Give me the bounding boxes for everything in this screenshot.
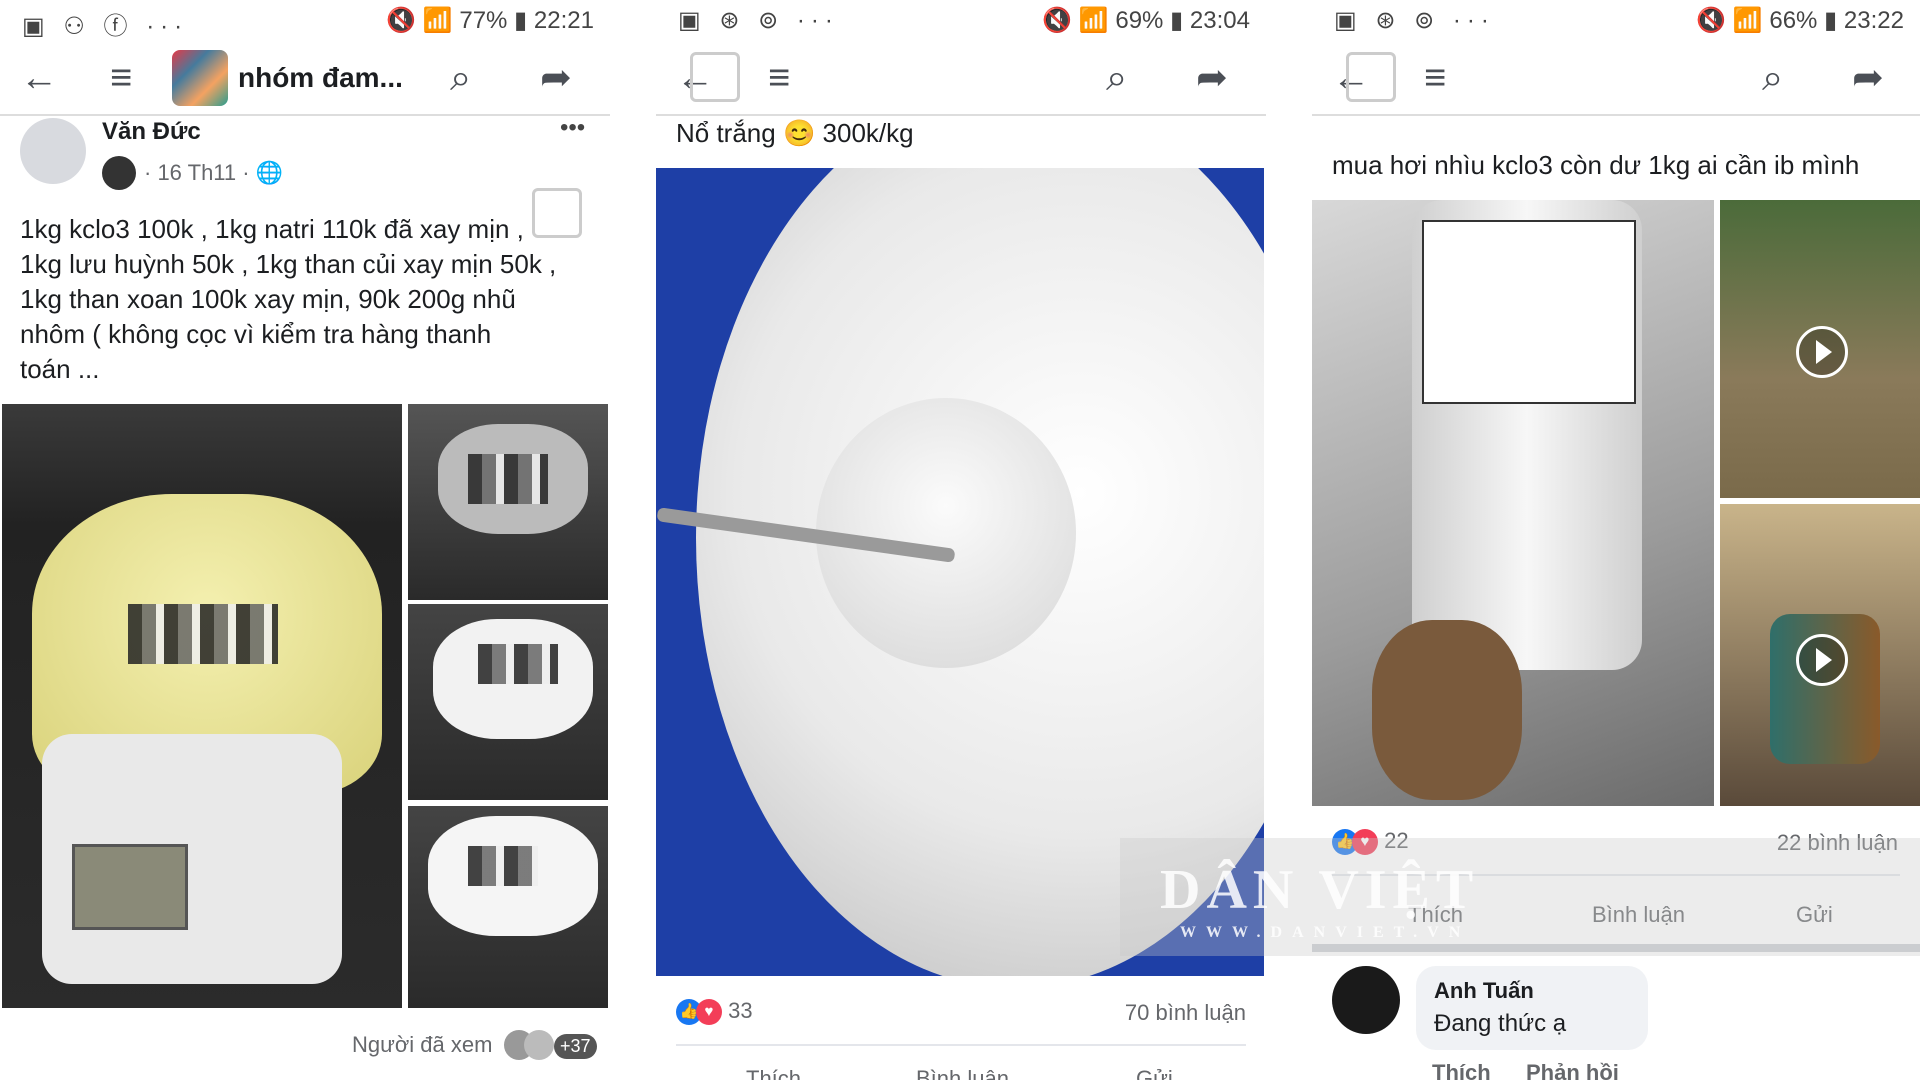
play-icon[interactable] [1796, 634, 1848, 686]
status-bar: ▣ ⚇ ⓕ ··· 🔇 📶 77% ▮ 22:21 [0, 0, 610, 40]
status-right: 🔇 📶 66% ▮ 23:22 [1696, 7, 1904, 34]
author-badge-icon [102, 156, 136, 190]
status-left-icons: ▣ ⊛ ⊚ ··· [1334, 7, 1495, 34]
divider [676, 1044, 1246, 1046]
like-button[interactable]: Thích [746, 1066, 801, 1080]
post-photo-3[interactable] [408, 604, 608, 800]
post-video-2[interactable] [1720, 504, 1920, 806]
post-photo-2[interactable] [408, 404, 608, 600]
status-bar: ▣ ⊛ ⊚ ··· 🔇 📶 66% ▮ 23:22 [1312, 0, 1920, 40]
post-date: · 16 Th11 · 🌐 [144, 160, 284, 185]
status-right: 🔇 📶 77% ▮ 22:21 [386, 7, 594, 34]
grid-view-icon[interactable] [690, 52, 740, 102]
post-photo-main[interactable] [2, 404, 402, 1008]
comment-button[interactable]: Bình luận [916, 1066, 1009, 1080]
scale-display [72, 844, 188, 930]
share-icon[interactable]: ➦ [540, 56, 572, 100]
plastic-bottle [1412, 200, 1642, 670]
post-text-line: 1kg lưu huỳnh 50k , 1kg than củi xay mịn… [20, 249, 557, 279]
post-photo-4[interactable] [408, 806, 608, 1008]
pixelated-label [478, 644, 558, 684]
comment-text: Đang thức ạ [1434, 1010, 1567, 1037]
bottle-label [1422, 220, 1636, 404]
share-icon[interactable]: ➦ [1196, 56, 1228, 100]
watermark-subtext: WWW.DANVIET.VN [1180, 924, 1471, 941]
pixelated-label [128, 604, 278, 664]
menu-icon[interactable]: ≡ [768, 56, 790, 100]
post-text: mua hơi nhìu kclo3 còn dư 1kg ai cần ib … [1332, 150, 1860, 180]
post-text: Nổ trắng 😊 300k/kg [676, 118, 914, 148]
menu-icon[interactable]: ≡ [110, 56, 132, 100]
post-text-line: nhôm ( không cọc vì kiểm tra hàng thanh [20, 319, 492, 349]
play-icon[interactable] [1796, 326, 1848, 378]
comment-reply-button[interactable]: Phản hồi [1526, 1060, 1619, 1080]
top-navbar: ← ≡ nhóm đam... ⌕ ➦ [0, 42, 610, 116]
group-avatar[interactable] [172, 50, 228, 106]
hand [1372, 620, 1522, 800]
search-icon[interactable]: ⌕ [1106, 56, 1127, 100]
seen-count-badge: +37 [554, 1034, 597, 1059]
kitchen-scale [42, 734, 342, 984]
commenter-avatar[interactable] [1332, 966, 1400, 1034]
status-left-icons: ▣ ⚇ ⓕ ··· [22, 13, 189, 40]
reaction-count: 33 [728, 998, 753, 1023]
seen-by-label[interactable]: Người đã xem [352, 1032, 492, 1058]
comment-count[interactable]: 70 bình luận [1125, 1000, 1246, 1026]
comment-bubble: Anh Tuấn Đang thức ạ [1416, 966, 1648, 1050]
post-text-line: 1kg kclo3 100k , 1kg natri 110k đã xay m… [20, 214, 524, 244]
search-icon[interactable]: ⌕ [450, 56, 471, 100]
menu-icon[interactable]: ≡ [1424, 56, 1446, 100]
post-author[interactable]: Văn Đức [102, 118, 201, 146]
post-text-line: 1kg than xoan 100k xay mịn, 90k 200g nhũ [20, 284, 516, 314]
share-icon[interactable]: ➦ [1852, 56, 1884, 100]
send-button[interactable]: Gửi [1136, 1066, 1173, 1080]
pixelated-label [468, 454, 548, 504]
group-title[interactable]: nhóm đam... [238, 62, 403, 94]
post-photo-main[interactable] [1312, 200, 1714, 806]
status-bar: ▣ ⊛ ⊚ ··· 🔇 📶 69% ▮ 23:04 [656, 0, 1266, 40]
powder-mound [816, 398, 1076, 668]
watermark-text: DÂN VIỆT [1160, 859, 1480, 921]
post-text: 1kg kclo3 100k , 1kg natri 110k đã xay m… [20, 212, 610, 387]
love-reaction-icon: ♥ [696, 999, 722, 1026]
status-left-icons: ▣ ⊛ ⊚ ··· [678, 7, 839, 34]
screenshot-panel-1: ▣ ⚇ ⓕ ··· 🔇 📶 77% ▮ 22:21 ← ≡ nhóm đam..… [0, 0, 612, 1080]
search-icon[interactable]: ⌕ [1762, 56, 1783, 100]
viewer-avatar [524, 1030, 554, 1060]
author-avatar[interactable] [20, 118, 86, 184]
comment-like-button[interactable]: Thích [1432, 1060, 1491, 1080]
pixelated-label [468, 846, 538, 886]
grid-view-icon[interactable] [1346, 52, 1396, 102]
post-text-line: toán ... [20, 354, 100, 384]
more-options-icon[interactable]: ••• [560, 114, 585, 142]
reaction-summary[interactable]: 👍 ♥ 33 [676, 998, 753, 1026]
status-right: 🔇 📶 69% ▮ 23:04 [1042, 7, 1250, 34]
back-arrow-icon[interactable]: ← [20, 56, 58, 100]
post-video-1[interactable] [1720, 200, 1920, 498]
watermark: DÂN VIỆT WWW.DANVIET.VN [1120, 838, 1920, 956]
top-navbar: ← ≡ ⌕ ➦ [1312, 42, 1920, 116]
top-navbar: ← ≡ ⌕ ➦ [656, 42, 1266, 116]
comment-author[interactable]: Anh Tuấn [1434, 978, 1534, 1004]
